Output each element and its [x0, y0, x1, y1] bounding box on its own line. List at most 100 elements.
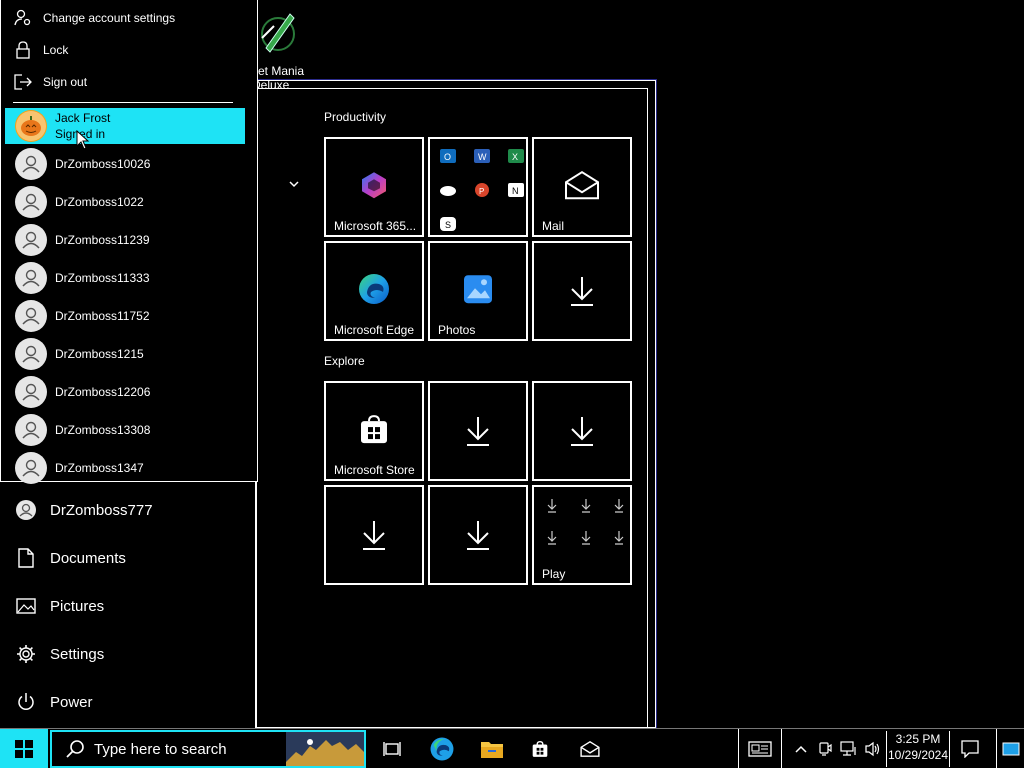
- user-row-label: DrZomboss11239: [55, 233, 150, 247]
- chevron-down-icon[interactable]: [287, 178, 301, 190]
- meet-now-button[interactable]: [814, 729, 836, 768]
- volume-button[interactable]: [862, 729, 884, 768]
- flyout-action-label: Change account settings: [43, 11, 176, 25]
- user-avatar-icon: [14, 498, 38, 522]
- user-row-current[interactable]: Jack Frost Signed in: [5, 108, 245, 144]
- rail-item-label: Documents: [50, 549, 126, 567]
- rail-item-label: Power: [50, 693, 93, 711]
- flyout-divider: [13, 102, 233, 103]
- user-row-label: DrZomboss1022: [55, 195, 144, 209]
- tile-label: Microsoft Store: [334, 463, 415, 477]
- show-desktop-button[interactable]: [996, 729, 1024, 768]
- user-row[interactable]: DrZomboss11239: [5, 222, 245, 258]
- network-button[interactable]: [838, 729, 860, 768]
- taskbar-search-box[interactable]: Type here to search: [50, 730, 366, 768]
- news-icon: [748, 741, 772, 757]
- user-avatar-icon: [15, 338, 47, 370]
- user-row[interactable]: DrZomboss12206: [5, 374, 245, 410]
- network-icon: [840, 741, 856, 756]
- user-row[interactable]: DrZomboss11333: [5, 260, 245, 296]
- user-avatar-icon: [15, 262, 47, 294]
- lock-icon: [13, 40, 33, 60]
- download-arrow-icon: [467, 417, 489, 446]
- download-arrow-icon: [571, 417, 593, 446]
- store-icon: [361, 415, 387, 444]
- sign-out-button[interactable]: Sign out: [13, 70, 243, 94]
- user-row[interactable]: DrZomboss1215: [5, 336, 245, 372]
- user-avatar-icon: [15, 186, 47, 218]
- user-avatar-icon: [15, 376, 47, 408]
- tile-download-placeholder[interactable]: [532, 381, 632, 481]
- user-row-label: DrZomboss13308: [55, 423, 151, 437]
- folder-icon: [481, 742, 503, 758]
- group-label-productivity[interactable]: Productivity: [324, 110, 386, 124]
- download-arrow-icon: [467, 521, 489, 550]
- office-apps-icons: O W X P N S: [440, 149, 524, 231]
- user-row-label: DrZomboss12206: [55, 385, 151, 399]
- user-avatar-icon: [15, 452, 47, 484]
- user-row[interactable]: DrZomboss13308: [5, 412, 245, 448]
- user-row-label: DrZomboss11333: [55, 271, 150, 285]
- document-icon: [14, 546, 38, 570]
- user-row[interactable]: DrZomboss1347: [5, 450, 245, 486]
- svg-text:N: N: [512, 186, 519, 196]
- svg-text:W: W: [478, 152, 487, 162]
- microsoft-365-icon: [362, 172, 386, 199]
- download-arrow-icon: [571, 277, 593, 306]
- mail-icon: [580, 740, 600, 757]
- rail-item-power[interactable]: Power: [14, 687, 250, 717]
- svg-text:X: X: [512, 152, 518, 162]
- tile-download-placeholder[interactable]: [532, 241, 632, 341]
- user-row[interactable]: DrZomboss1022: [5, 184, 245, 220]
- lock-button[interactable]: Lock: [13, 38, 243, 62]
- news-widget-button[interactable]: [738, 729, 782, 768]
- taskbar: Type here to search 3:25 PM 10/29/2024: [0, 728, 1024, 768]
- tile-microsoft-edge[interactable]: Microsoft Edge: [324, 241, 424, 341]
- search-icon: [60, 739, 90, 759]
- rail-item-user[interactable]: DrZomboss777: [14, 495, 250, 525]
- rail-item-documents[interactable]: Documents: [14, 543, 250, 573]
- tile-office-apps[interactable]: O W X P N S: [428, 137, 528, 237]
- edge-icon: [359, 273, 389, 304]
- user-row[interactable]: DrZomboss11752: [5, 298, 245, 334]
- svg-text:P: P: [479, 187, 484, 196]
- taskbar-clock[interactable]: 3:25 PM 10/29/2024: [886, 731, 950, 767]
- search-highlight-image: [286, 732, 364, 766]
- rail-item-pictures[interactable]: Pictures: [14, 591, 250, 621]
- change-account-settings-button[interactable]: Change account settings: [13, 6, 243, 30]
- action-center-button[interactable]: [956, 729, 984, 768]
- desktop-icon-game[interactable]: ket Mania Deluxe: [252, 6, 316, 92]
- clock-time: 3:25 PM: [895, 732, 941, 746]
- show-hidden-icons-button[interactable]: [790, 729, 812, 768]
- game-shortcut-icon: [261, 13, 295, 53]
- user-row[interactable]: DrZomboss10026: [5, 146, 245, 182]
- meet-now-icon: [819, 742, 832, 756]
- volume-icon: [865, 741, 880, 757]
- tile-microsoft-store[interactable]: Microsoft Store: [324, 381, 424, 481]
- taskbar-mail-button[interactable]: [566, 729, 614, 768]
- tile-download-placeholder[interactable]: [428, 485, 528, 585]
- power-icon: [14, 690, 38, 714]
- store-icon: [532, 740, 548, 757]
- taskbar-file-explorer-button[interactable]: [468, 729, 516, 768]
- taskbar-edge-button[interactable]: [418, 729, 466, 768]
- tile-microsoft-365[interactable]: Microsoft 365...: [324, 137, 424, 237]
- taskbar-store-button[interactable]: [516, 729, 564, 768]
- tile-play-folder[interactable]: Play: [532, 485, 632, 585]
- tile-mail[interactable]: Mail: [532, 137, 632, 237]
- play-folder-download-icons: [547, 499, 624, 545]
- start-button[interactable]: [0, 729, 48, 768]
- svg-text:S: S: [445, 220, 451, 230]
- tile-label: Microsoft Edge: [334, 323, 415, 337]
- tile-download-placeholder[interactable]: [324, 485, 424, 585]
- task-view-button[interactable]: [368, 729, 416, 768]
- task-view-icon: [383, 742, 401, 756]
- group-label-explore[interactable]: Explore: [324, 354, 365, 368]
- tile-photos[interactable]: Photos: [428, 241, 528, 341]
- person-gear-icon: [13, 8, 33, 28]
- tile-label: Photos: [438, 323, 476, 337]
- tile-download-placeholder[interactable]: [428, 381, 528, 481]
- tile-label: Mail: [542, 219, 565, 233]
- user-row-label: DrZomboss1215: [55, 347, 144, 361]
- rail-item-settings[interactable]: Settings: [14, 639, 250, 669]
